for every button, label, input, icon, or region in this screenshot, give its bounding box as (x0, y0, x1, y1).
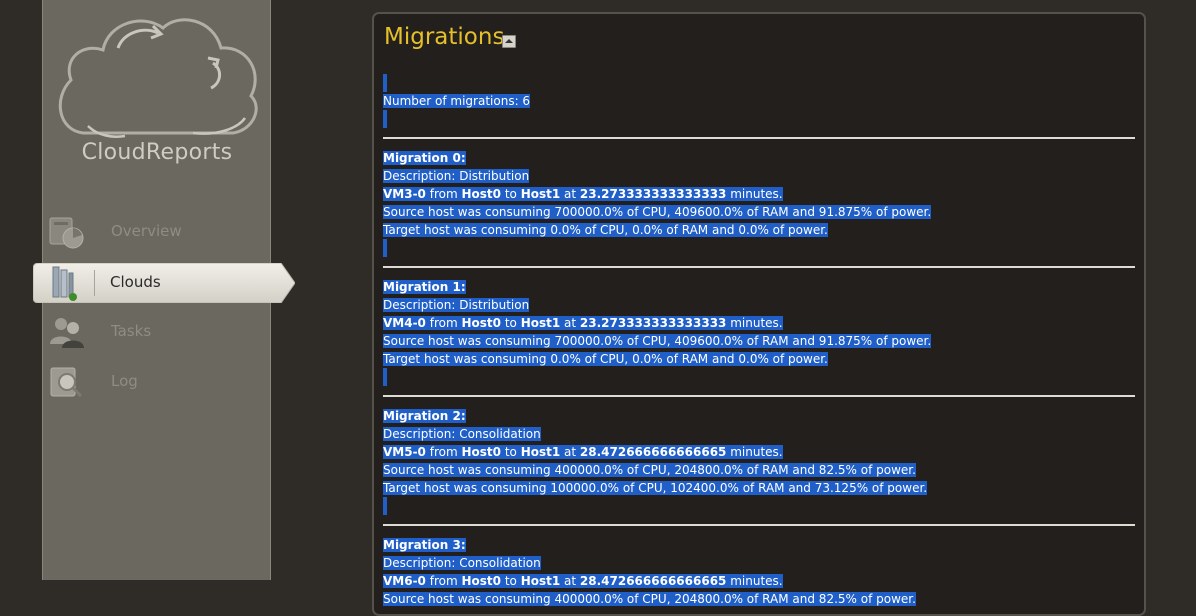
source-host-line: Source host was consuming 400000.0% of C… (383, 463, 916, 477)
nav-item-clouds[interactable]: Clouds (33, 263, 295, 303)
migrations-content: Number of migrations: 6 Migration 0: Des… (383, 74, 1135, 608)
migration-summary: VM6-0 from Host0 to Host1 at 28.47266666… (383, 574, 783, 588)
clouds-icon (47, 265, 81, 301)
nav-item-tasks[interactable]: Tasks (43, 312, 270, 352)
source-host-line: Source host was consuming 700000.0% of C… (383, 334, 932, 348)
migration-description: Description: Consolidation (383, 427, 541, 441)
nav-label-tasks: Tasks (111, 322, 152, 340)
nav-item-overview[interactable]: Overview (43, 212, 270, 252)
migration-summary: VM5-0 from Host0 to Host1 at 28.47266666… (383, 445, 783, 459)
app-logo[interactable]: CloudReports (53, 8, 263, 173)
cloud-logo-icon (58, 18, 258, 138)
migration-heading: Migration 3: (383, 538, 466, 552)
migration-heading: Migration 2: (383, 409, 466, 423)
divider (383, 524, 1135, 526)
panel-title: Migrations (384, 24, 505, 50)
divider (383, 137, 1135, 139)
migration-count: Number of migrations: 6 (383, 94, 531, 108)
migration-description: Description: Distribution (383, 169, 530, 183)
migration-heading: Migration 1: (383, 280, 466, 294)
migration-heading: Migration 0: (383, 151, 466, 165)
app-name: CloudReports (81, 140, 233, 165)
target-host-line: Target host was consuming 100000.0% of C… (383, 481, 928, 495)
target-host-line: Target host was consuming 0.0% of CPU, 0… (383, 352, 828, 366)
migration-block: Migration 1: Description: Distribution V… (383, 278, 1135, 386)
nav-label-clouds: Clouds (110, 273, 161, 291)
target-host-line: Target host was consuming 0.0% of CPU, 0… (383, 223, 828, 237)
migration-block: Migration 0: Description: Distribution V… (383, 149, 1135, 257)
tasks-icon (47, 314, 87, 350)
nav-label-overview: Overview (111, 222, 182, 240)
migrations-panel: Migrations Number of migrations: 6 Migra… (372, 12, 1146, 616)
divider (383, 395, 1135, 397)
source-host-line: Source host was consuming 700000.0% of C… (383, 205, 932, 219)
migration-description: Description: Consolidation (383, 556, 541, 570)
migration-summary: VM4-0 from Host0 to Host1 at 23.27333333… (383, 316, 783, 330)
collapse-icon[interactable] (502, 35, 516, 48)
nav-label-log: Log (111, 372, 138, 390)
source-host-line: Source host was consuming 400000.0% of C… (383, 592, 916, 606)
tab-separator (94, 270, 95, 296)
migration-description: Description: Distribution (383, 298, 530, 312)
overview-icon (47, 214, 87, 250)
nav-item-log[interactable]: Log (43, 362, 270, 402)
migration-block: Migration 2: Description: Consolidation … (383, 407, 1135, 515)
migration-block: Migration 3: Description: Consolidation … (383, 536, 1135, 608)
divider (383, 266, 1135, 268)
log-icon (47, 364, 87, 400)
migration-summary: VM3-0 from Host0 to Host1 at 23.27333333… (383, 187, 783, 201)
